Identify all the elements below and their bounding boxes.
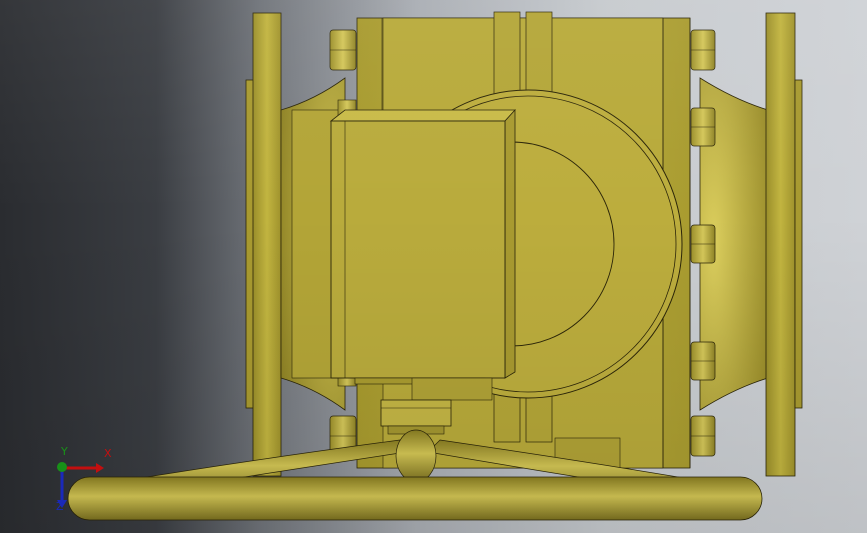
axis-triad: X Y Z [44, 445, 124, 520]
valve-model[interactable] [0, 0, 867, 533]
z-axis-label: Z [56, 500, 64, 513]
right-flange[interactable] [765, 12, 803, 477]
left-flange[interactable] [245, 12, 282, 477]
x-axis-label: X [104, 447, 112, 460]
graphics-viewport[interactable]: X Y Z [0, 0, 867, 533]
actuator-gearbox[interactable] [329, 108, 516, 401]
y-axis-label: Y [61, 445, 68, 458]
